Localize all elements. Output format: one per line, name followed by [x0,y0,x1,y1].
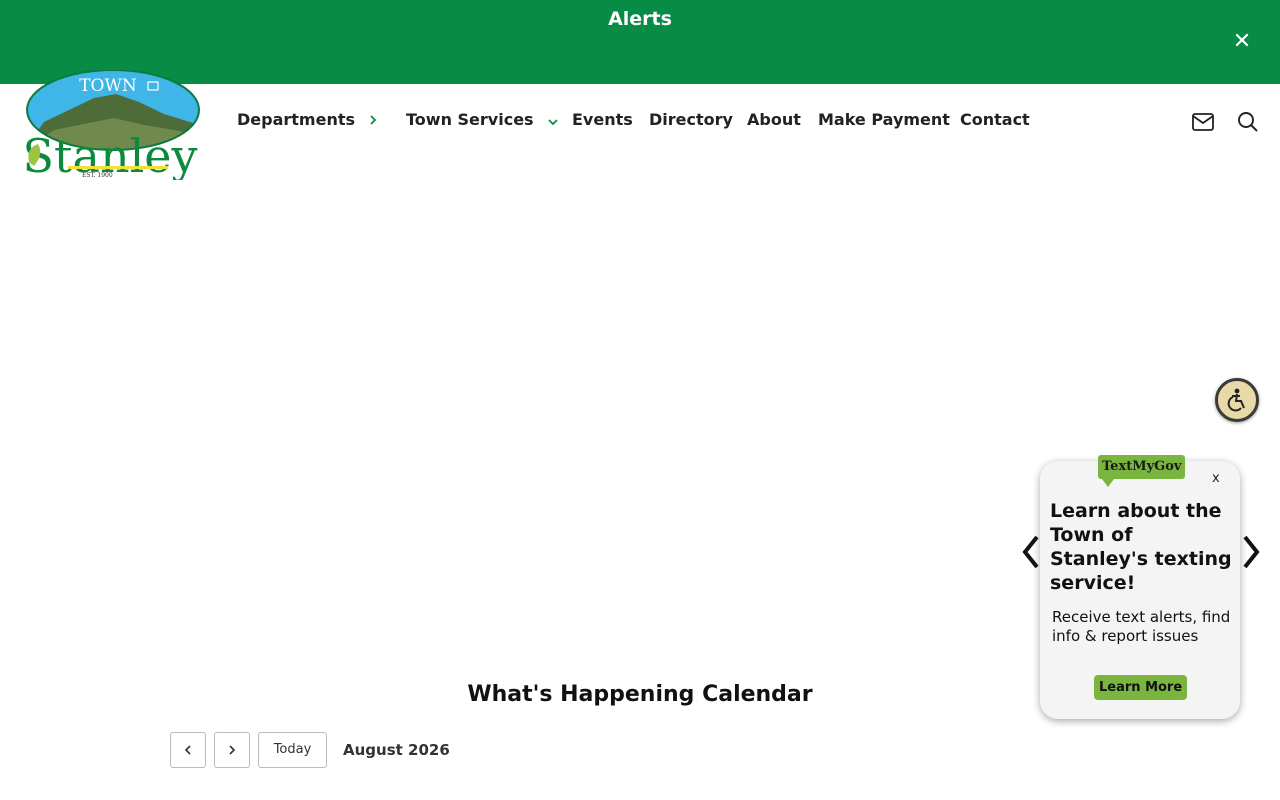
calendar-title: What's Happening Calendar [467,682,813,707]
alert-title[interactable]: Alerts [0,8,1280,30]
nav-town-services-label: Town Services [406,110,534,129]
carousel-next-icon[interactable] [1242,532,1262,572]
carousel-prev-icon[interactable] [1020,532,1040,572]
textmygov-popup: TextMyGov x Learn about the Town of Stan… [1040,455,1240,719]
nav-departments-label: Departments [237,110,356,129]
chevron-left-icon [184,744,191,755]
close-icon[interactable]: ✕ [1230,30,1254,54]
mail-icon[interactable] [1191,110,1215,134]
nav-town-services[interactable]: Town Services [406,110,559,130]
calendar-prev-button[interactable] [170,732,206,768]
chevron-down-icon [547,111,559,130]
nav-departments[interactable]: Departments [237,110,377,130]
calendar-next-button[interactable] [214,732,250,768]
nav-directory[interactable]: Directory [649,110,733,129]
nav-make-payment[interactable]: Make Payment [818,110,950,129]
logo-top-text: TOWN [79,76,137,96]
nav-events[interactable]: Events [572,110,633,129]
calendar-today-button[interactable]: Today [258,732,327,768]
town-logo[interactable]: TOWN Stanley EST. 1900 [23,69,200,183]
calendar-month: August 2026 [343,741,450,759]
chevron-right-icon [229,744,236,755]
search-icon[interactable] [1236,110,1260,134]
logo-est: EST. 1900 [82,172,113,179]
textmygov-body: Receive text alerts, find info & report … [1052,608,1231,645]
nav-about[interactable]: About [747,110,801,129]
textmygov-heading: Learn about the Town of Stanley's textin… [1050,500,1232,594]
textmygov-close-button[interactable]: x [1212,471,1220,486]
nav-contact[interactable]: Contact [960,110,1030,129]
chevron-right-icon [369,111,377,130]
textmygov-badge: TextMyGov [1098,455,1186,487]
accessibility-icon[interactable] [1215,378,1259,422]
